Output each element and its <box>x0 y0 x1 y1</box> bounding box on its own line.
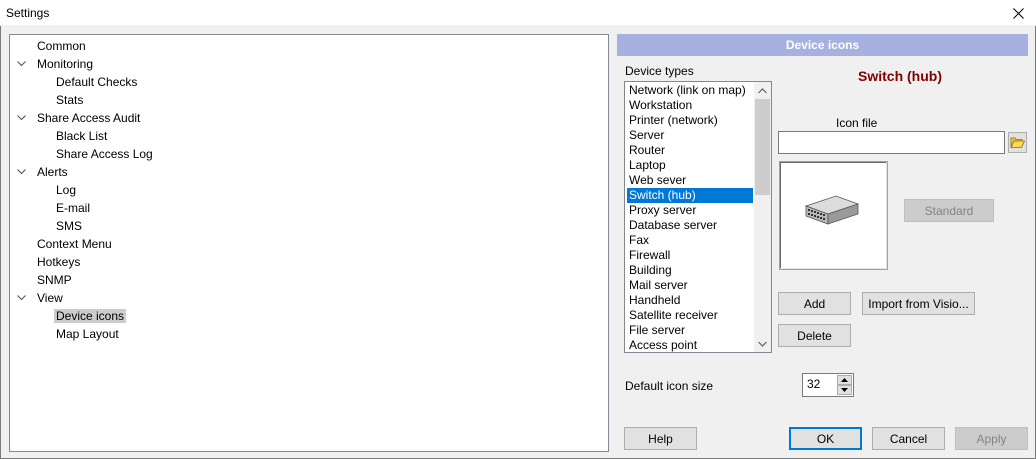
default-icon-size-label: Default icon size <box>625 379 714 393</box>
tree-item[interactable]: Common <box>35 37 88 55</box>
scroll-thumb[interactable] <box>755 99 770 195</box>
standard-button[interactable]: Standard <box>904 199 994 222</box>
icon-size-value[interactable]: 32 <box>807 377 820 391</box>
folder-open-icon <box>1010 137 1025 148</box>
list-item[interactable]: Workstation <box>627 98 753 113</box>
chevron-down-icon <box>17 169 26 175</box>
list-item[interactable]: Network (link on map) <box>627 83 753 98</box>
window-title: Settings <box>6 6 50 20</box>
tree-item-label: Default Checks <box>56 75 138 89</box>
icon-file-label: Icon file <box>836 116 878 130</box>
list-item[interactable]: Firewall <box>627 248 753 263</box>
tree-item[interactable]: Map Layout <box>54 325 121 343</box>
scroll-up-button[interactable] <box>754 82 771 99</box>
tree-expander[interactable] <box>17 55 27 73</box>
tree-expander[interactable] <box>17 109 27 127</box>
import-from-visio-button[interactable]: Import from Visio... <box>862 292 975 315</box>
browse-button[interactable] <box>1008 132 1027 153</box>
tree-expander[interactable] <box>17 163 27 181</box>
tree-item[interactable]: SMS <box>54 217 84 235</box>
network-switch-icon <box>804 195 860 225</box>
list-item[interactable]: Web sever <box>627 173 753 188</box>
settings-tree[interactable]: Common Monitoring Default Checks Stats Share… <box>9 34 609 452</box>
tree-item[interactable]: Share Access Log <box>54 145 155 163</box>
chevron-down-icon <box>17 61 26 67</box>
tree-expander[interactable] <box>17 289 27 307</box>
tree-item[interactable]: Stats <box>54 91 85 109</box>
spin-down-button[interactable] <box>837 385 852 395</box>
ok-button[interactable]: OK <box>789 427 862 450</box>
list-item[interactable]: Printer (network) <box>627 113 753 128</box>
list-item[interactable]: Server <box>627 128 753 143</box>
list-item[interactable]: Fax <box>627 233 753 248</box>
tree-item[interactable]: Device icons <box>54 307 127 325</box>
tree-item[interactable]: Default Checks <box>54 73 139 91</box>
tree-item-label: SNMP <box>37 273 72 287</box>
list-item[interactable]: Satellite receiver <box>627 308 753 323</box>
title-bar: Settings <box>0 0 1036 26</box>
tree-item-label: Black List <box>56 129 108 143</box>
tree-item-label: Hotkeys <box>37 255 81 269</box>
tree-item-label: Map Layout <box>56 327 119 341</box>
tree-item[interactable]: Share Access Audit <box>35 109 142 127</box>
tree-item-label: Monitoring <box>37 57 94 71</box>
tree-item-label: Share Access Log <box>56 147 153 161</box>
cancel-button[interactable]: Cancel <box>872 427 945 450</box>
icon-size-spinner[interactable]: 32 <box>802 373 854 397</box>
close-button[interactable] <box>1000 0 1036 26</box>
selected-device-title: Switch (hub) <box>858 68 942 84</box>
tree-item[interactable]: View <box>35 289 65 307</box>
spin-up-button[interactable] <box>837 375 852 385</box>
tree-item[interactable]: Hotkeys <box>35 253 82 271</box>
close-icon <box>1012 7 1024 19</box>
icon-file-input[interactable] <box>778 131 1005 154</box>
tree-item[interactable]: E-mail <box>54 199 92 217</box>
tree-item-label: Common <box>37 39 86 53</box>
panel-header: Device icons <box>617 34 1028 56</box>
list-item[interactable]: Access point <box>627 338 753 352</box>
add-button[interactable]: Add <box>778 292 851 315</box>
list-item[interactable]: Laptop <box>627 158 753 173</box>
apply-button[interactable]: Apply <box>955 427 1028 450</box>
tree-item[interactable]: Black List <box>54 127 109 145</box>
list-item[interactable]: Handheld <box>627 293 753 308</box>
window-frame-left <box>0 26 1 459</box>
chevron-down-icon <box>17 115 26 121</box>
chevron-up-icon <box>758 87 767 93</box>
list-item[interactable]: Proxy server <box>627 203 753 218</box>
list-item[interactable]: Building <box>627 263 753 278</box>
delete-button[interactable]: Delete <box>778 324 851 347</box>
tree-item[interactable]: SNMP <box>35 271 74 289</box>
tree-item-label: Stats <box>56 93 84 107</box>
tree-item-label: Device icons <box>54 309 127 323</box>
device-types-label: Device types <box>625 64 694 78</box>
scroll-down-button[interactable] <box>754 335 771 352</box>
tree-item-label: SMS <box>56 219 83 233</box>
list-item[interactable]: File server <box>627 323 753 338</box>
list-scrollbar[interactable] <box>754 82 771 352</box>
list-item[interactable]: Switch (hub) <box>627 188 753 203</box>
tree-item-label: Context Menu <box>37 237 112 251</box>
chevron-down-icon <box>17 295 26 301</box>
tree-item-label: Alerts <box>37 165 68 179</box>
tree-item[interactable]: Log <box>54 181 78 199</box>
tree-item-label: E-mail <box>56 201 91 215</box>
tree-item[interactable]: Context Menu <box>35 235 114 253</box>
tree-item[interactable]: Monitoring <box>35 55 95 73</box>
tree-item-label: Log <box>56 183 77 197</box>
help-button[interactable]: Help <box>624 427 697 450</box>
list-item[interactable]: Database server <box>627 218 753 233</box>
list-item[interactable]: Mail server <box>627 278 753 293</box>
icon-preview <box>779 161 888 270</box>
triangle-up-icon <box>841 378 848 382</box>
tree-item-label: View <box>37 291 63 305</box>
triangle-down-icon <box>841 388 848 392</box>
device-types-list[interactable]: Network (link on map) Workstation Printer … <box>624 81 772 353</box>
tree-item-label: Share Access Audit <box>37 111 141 125</box>
tree-item[interactable]: Alerts <box>35 163 70 181</box>
list-item[interactable]: Router <box>627 143 753 158</box>
chevron-down-icon <box>758 341 767 347</box>
